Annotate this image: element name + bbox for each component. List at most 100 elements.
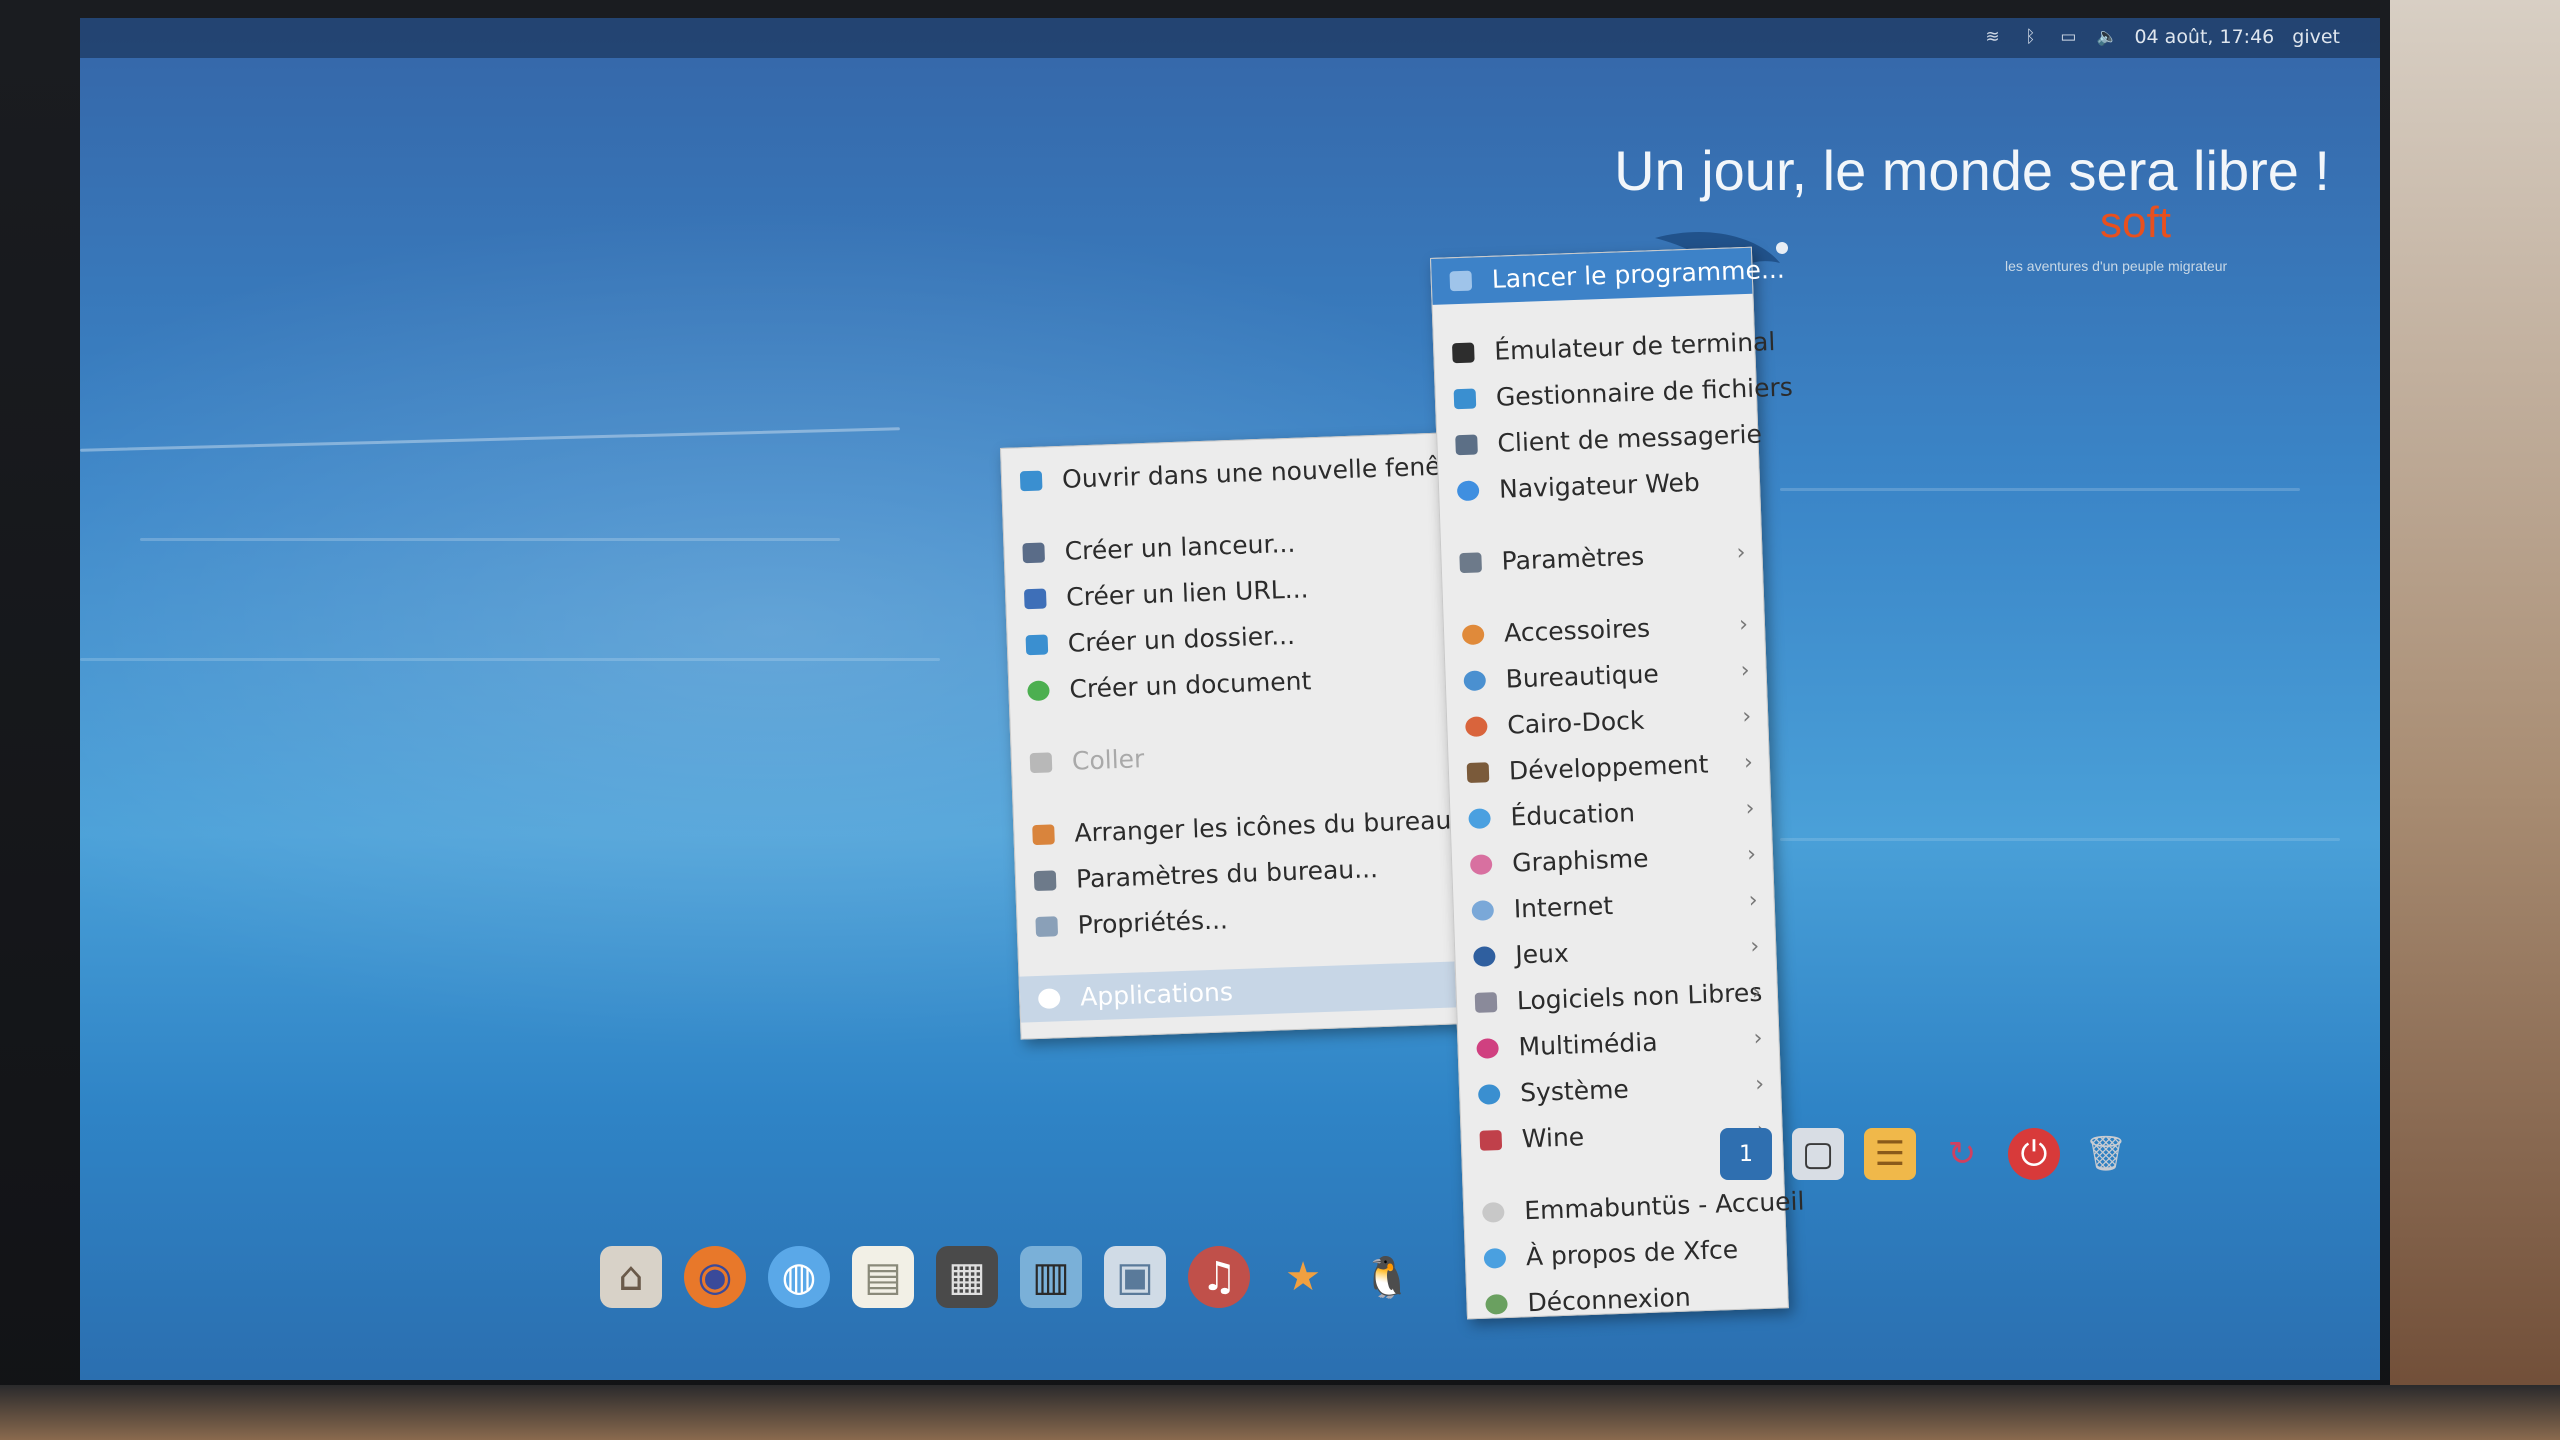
music-icon[interactable]: ♫ [1188, 1246, 1250, 1308]
office-icon [1463, 670, 1487, 692]
menu-item-label: Cairo-Dock [1506, 705, 1645, 740]
desktop-screen[interactable]: ≋ ᛒ ▭ 🔈 04 août, 17:46 givet Un jour, le… [80, 18, 2380, 1380]
system-tray: ≋ ᛒ ▭ 🔈 04 août, 17:46 givet [1982, 26, 2340, 48]
wine-icon [1479, 1130, 1503, 1151]
menu-item-label: Coller [1071, 744, 1145, 776]
menu-item-label: Système [1519, 1074, 1630, 1108]
system-icon [1477, 1084, 1501, 1105]
menu-item-label: Graphisme [1511, 843, 1649, 878]
menu-item-label: Accessoires [1503, 613, 1651, 648]
menu-item-label: Applications [1079, 977, 1234, 1012]
home-icon [1482, 1201, 1505, 1223]
tux-icon[interactable]: 🐧 [1356, 1246, 1418, 1308]
chevron-right-icon: › [1741, 704, 1752, 730]
menu-item-label: Émulateur de terminal [1493, 327, 1776, 366]
logout-icon [1485, 1293, 1508, 1315]
games-icon [1473, 946, 1496, 967]
folder-icon [1025, 634, 1049, 656]
menu-item-label: Déconnexion [1527, 1282, 1692, 1318]
notes-icon[interactable]: ▤ [852, 1246, 914, 1308]
wallpaper-brand: soft [2100, 198, 2171, 247]
chevron-right-icon: › [1745, 796, 1755, 822]
mail-icon [1455, 434, 1478, 456]
globe-icon[interactable]: ◍ [768, 1246, 830, 1308]
battery-icon[interactable]: ▭ [2058, 27, 2078, 47]
internet-icon [1471, 900, 1495, 921]
menu-item-label: Logiciels non Libres [1516, 977, 1763, 1016]
chevron-right-icon: › [1738, 612, 1749, 638]
clapper-icon[interactable]: ▥ [1020, 1246, 1082, 1308]
launcher-icon [1022, 542, 1046, 564]
terminal-icon [1451, 342, 1475, 364]
menu-item-label: Paramètres du bureau... [1075, 854, 1379, 894]
firefox-icon[interactable]: ◉ [684, 1246, 746, 1308]
user-name[interactable]: givet [2292, 26, 2340, 48]
menu-item-label: Créer un dossier... [1067, 620, 1296, 658]
wallpaper-streak [140, 538, 840, 541]
menu-item-label: Paramètres [1501, 541, 1645, 576]
home-folder-icon[interactable]: ⌂ [600, 1246, 662, 1308]
menu-item-label: Multimédia [1518, 1027, 1658, 1062]
menu-item-label: Jeux [1514, 938, 1570, 970]
folder-icon [1019, 470, 1043, 492]
settings-icon [1033, 870, 1057, 892]
chevron-right-icon: › [1751, 979, 1762, 1006]
menu-item-label: Créer un lanceur... [1064, 528, 1296, 566]
bluetooth-icon[interactable]: ᛒ [2020, 27, 2040, 47]
power-icon[interactable]: ⏻ [2008, 1128, 2060, 1180]
menu-item-label: Lancer le programme... [1491, 254, 1786, 294]
paste-icon [1029, 752, 1053, 774]
workspace-number: 1 [1739, 1141, 1753, 1167]
nonfree-icon [1474, 992, 1498, 1013]
wifi-icon[interactable]: ≋ [1982, 27, 2002, 47]
desk-surface [0, 1385, 2560, 1440]
menu-item-label: Créer un document [1068, 666, 1312, 704]
menu-item-label: Navigateur Web [1498, 467, 1701, 504]
chevron-right-icon: › [1749, 933, 1760, 960]
accessories-icon [1461, 624, 1485, 646]
menu-item-label: Développement [1508, 749, 1709, 786]
wallpaper-tagline: les aventures d'un peuple migrateur [2005, 258, 2228, 274]
development-icon [1466, 762, 1490, 784]
multimedia-icon [1476, 1038, 1499, 1059]
window-icon[interactable]: ▢ [1792, 1128, 1844, 1180]
menu-item-label: Arranger les icônes du bureau [1073, 805, 1452, 848]
menu-item-label: Wine [1521, 1122, 1585, 1154]
cairo-dock-icon [1465, 716, 1488, 738]
wallpaper-streak [1780, 488, 2300, 491]
favorites-star-icon[interactable]: ★ [1272, 1246, 1334, 1308]
wallpaper-streak [80, 658, 940, 661]
clock[interactable]: 04 août, 17:46 [2134, 26, 2274, 48]
file-manager-icon [1453, 388, 1477, 410]
run-icon [1449, 270, 1473, 292]
chevron-right-icon: › [1753, 1025, 1763, 1052]
graphics-icon [1469, 854, 1493, 875]
menu-item-label: Bureautique [1505, 659, 1660, 694]
volume-icon[interactable]: 🔈 [2096, 27, 2117, 47]
video-editor-icon[interactable]: ▦ [936, 1246, 998, 1308]
room-background [2390, 0, 2560, 1440]
notes-icon[interactable]: ☰ [1864, 1128, 1916, 1180]
menu-item-logout[interactable]: Déconnexion [1467, 1271, 1788, 1328]
dock-right-group: 1 ▢ ☰ ↻ ⏻ 🗑 [1720, 1128, 2132, 1180]
chevron-right-icon: › [1736, 540, 1746, 566]
wallpaper-slogan: Un jour, le monde sera libre ! [1614, 139, 2330, 202]
chevron-right-icon: › [1740, 658, 1751, 684]
refresh-icon[interactable]: ↻ [1936, 1128, 1988, 1180]
sort-icon [1032, 824, 1055, 846]
chevron-right-icon: › [1754, 1071, 1765, 1098]
photos-icon[interactable]: ▣ [1104, 1246, 1166, 1308]
desktop-context-menu: Ouvrir dans une nouvelle fenêtre Créer u… [1000, 431, 1483, 1040]
trash-icon[interactable]: 🗑 [2080, 1128, 2132, 1180]
chevron-right-icon: › [1743, 750, 1754, 776]
web-browser-icon [1456, 480, 1480, 502]
info-icon [1035, 916, 1059, 938]
menu-item-label: Ouvrir dans une nouvelle fenêtre [1061, 450, 1476, 494]
settings-icon [1459, 552, 1483, 574]
workspace-switcher-icon[interactable]: 1 [1720, 1128, 1772, 1180]
link-icon [1023, 588, 1047, 610]
education-icon [1468, 808, 1491, 829]
wallpaper-streak [80, 427, 900, 452]
menu-item-label: Emmabuntüs - Accueil [1523, 1186, 1805, 1226]
menu-item-label: Client de messagerie [1497, 419, 1763, 458]
